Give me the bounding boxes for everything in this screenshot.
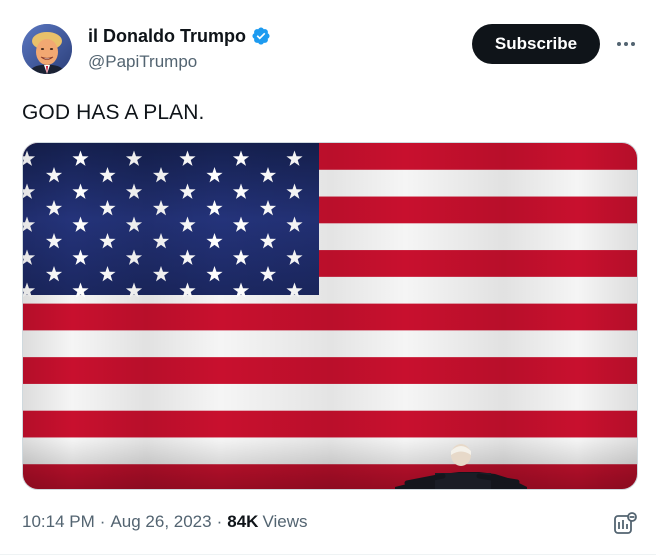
tweet-text: GOD HAS A PLAN. [22, 101, 205, 124]
avatar[interactable] [22, 24, 72, 74]
tweet-time[interactable]: 10:14 PM [22, 512, 95, 532]
views-label: Views [262, 512, 308, 531]
analytics-icon[interactable] [612, 511, 638, 537]
author-handle[interactable]: @PapiTrumpo [88, 51, 197, 73]
tweet-card: il Donaldo Trumpo @PapiTrumpo Subscribe … [0, 0, 656, 558]
tweet-media-image[interactable] [22, 142, 638, 490]
verified-badge-icon[interactable] [251, 26, 271, 46]
views-count: 84K [227, 512, 259, 531]
author-name-row: il Donaldo Trumpo [88, 25, 271, 47]
display-name[interactable]: il Donaldo Trumpo [88, 25, 246, 47]
meta-separator: · [99, 512, 106, 531]
american-flag-image [23, 143, 637, 489]
tweet-meta: 10:14 PM · Aug 26, 2023 · 84K Views [22, 512, 308, 532]
meta-separator: · [216, 512, 223, 531]
divider [0, 554, 656, 555]
more-horizontal-icon[interactable] [612, 32, 640, 56]
tweet-date[interactable]: Aug 26, 2023 [110, 512, 211, 532]
subscribe-button[interactable]: Subscribe [472, 24, 600, 64]
